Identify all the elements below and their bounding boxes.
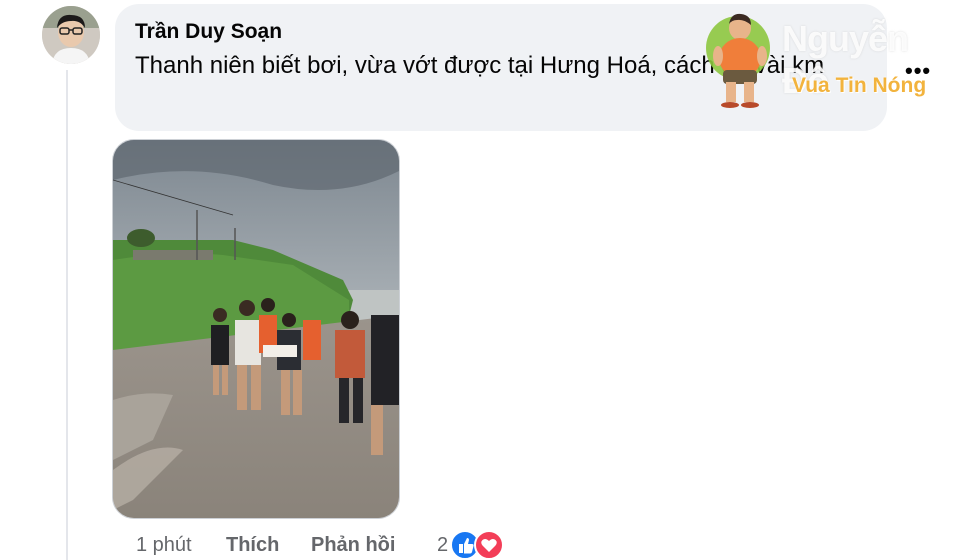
reply-button[interactable]: Phản hồi — [311, 534, 437, 557]
comment-timestamp[interactable]: 1 phút — [136, 534, 226, 557]
watermark-tagline: Vua Tin Nóng — [792, 74, 927, 97]
love-reaction-icon — [474, 530, 505, 560]
rescue-photo — [113, 140, 399, 518]
comment-photo[interactable] — [112, 139, 400, 519]
watermark: Nguyễn Đô Vua Tin Nóng — [700, 6, 950, 116]
reaction-icons[interactable] — [450, 530, 505, 560]
avatar-image — [42, 6, 100, 64]
avatar[interactable] — [42, 6, 100, 64]
watermark-mascot — [706, 13, 770, 108]
reaction-count[interactable]: 2 — [437, 534, 448, 557]
thread-line — [66, 70, 68, 560]
comment-actions: 1 phút Thích Phản hồi 2 — [136, 530, 505, 560]
like-button[interactable]: Thích — [226, 534, 311, 557]
